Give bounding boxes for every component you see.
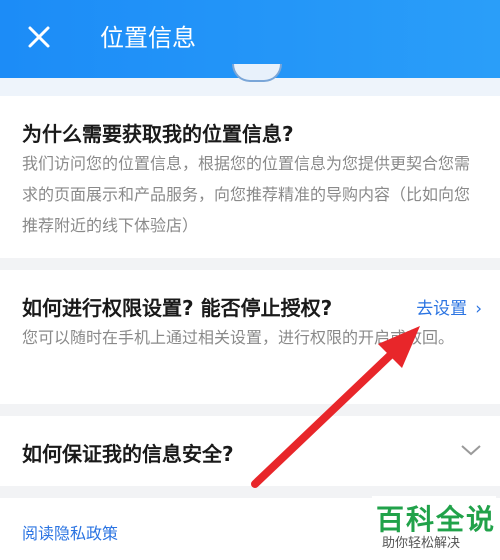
close-icon[interactable] [24,22,54,52]
watermark-subtitle: 助你轻松解决 [382,536,461,551]
chevron-right-icon: › [475,299,482,319]
section-why-location: 为什么需要获取我的位置信息? 我们访问您的位置信息，根据您的位置信息为您提供更契… [0,96,500,258]
section-info-security[interactable]: 如何保证我的信息安全? [0,416,500,486]
section-body: 您可以随时在手机上通过相关设置，进行权限的开启或收回。 [22,328,455,347]
page-title: 位置信息 [100,24,196,52]
section-body: 我们访问您的位置信息，根据您的位置信息为您提供更契合您需求的页面展示和产品服务，… [22,154,471,235]
privacy-policy-link[interactable]: 阅读隐私政策 [22,520,118,544]
chevron-down-icon[interactable] [460,443,482,457]
section-permission-settings: 如何进行权限设置? 能否停止授权? 去设置 › 您可以随时在手机上通过相关设置，进… [0,270,500,404]
go-settings-link[interactable]: 去设置 › [416,294,482,319]
section-heading: 为什么需要获取我的位置信息? [22,122,294,146]
section-heading: 如何进行权限设置? 能否停止授权? [22,296,333,320]
section-heading: 如何保证我的信息安全? [22,442,234,466]
watermark-logo: 百科全说 助你轻松解决 [372,496,496,558]
go-settings-label: 去设置 [416,299,468,319]
